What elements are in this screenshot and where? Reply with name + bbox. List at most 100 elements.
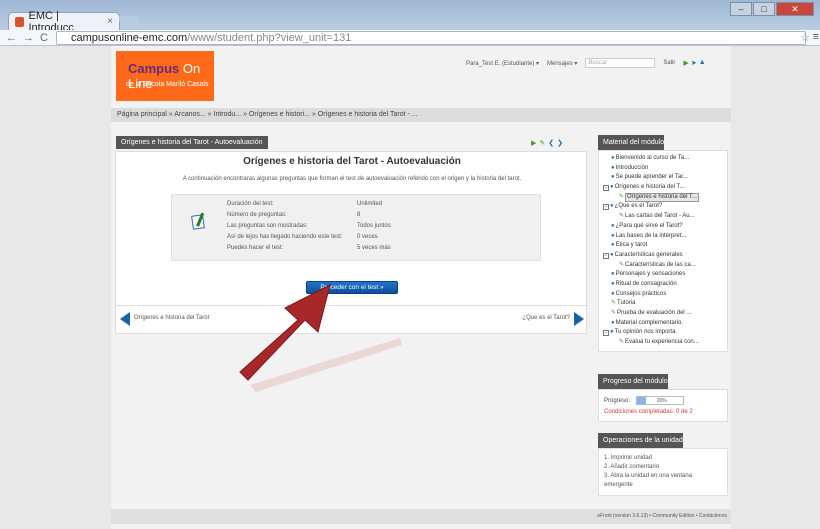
browser-chrome: EMC | Introducc × – □ ✕ ← → C campusonli… bbox=[0, 0, 820, 46]
tree-item[interactable]: ● Ritual de consagración bbox=[603, 280, 725, 290]
tree-item[interactable]: − ● ¿Que es el Tarot? bbox=[603, 202, 725, 212]
test-info-box: Duración del test: Unlimited Número de p… bbox=[171, 194, 541, 261]
test-title: Orígenes e historia del Tarot - Autoeval… bbox=[243, 156, 461, 167]
tree-item[interactable]: ● Bienvenido al curso de Ta... bbox=[603, 154, 725, 164]
back-icon[interactable]: ← bbox=[6, 32, 17, 44]
forward-nav-icon[interactable]: ➤ bbox=[691, 59, 697, 67]
tree-item-label: Ritual de consagración bbox=[615, 280, 677, 287]
tree-item-label: Características de las ca... bbox=[625, 261, 696, 268]
tree-item[interactable]: ✎ Prueba de evaluación del ... bbox=[603, 309, 725, 319]
tree-item[interactable]: − ● Características generales bbox=[603, 251, 725, 261]
site-logo[interactable]: Campus On Line de la Escola Mariló Casal… bbox=[116, 51, 214, 101]
tab-close-icon[interactable]: × bbox=[107, 16, 113, 27]
ops-title: Operaciones de la unidad bbox=[598, 433, 683, 448]
logout-link[interactable]: Salir bbox=[663, 60, 675, 66]
test-pen-icon: ✎ bbox=[611, 310, 617, 316]
tree-item[interactable]: ✎ Orígenes e historia del T... bbox=[603, 193, 725, 203]
next-arrow-icon[interactable] bbox=[574, 312, 584, 326]
tree-item-label: Las bases de la interpret... bbox=[615, 232, 687, 239]
test-pen-icon: ✎ bbox=[619, 193, 625, 200]
conditions-text: Condiciones completadas: 0 de 2 bbox=[604, 409, 693, 415]
panel-title: Orígenes e historia del Tarot - Autoeval… bbox=[116, 136, 268, 149]
prev-arrow-icon[interactable] bbox=[120, 312, 130, 326]
info-value: Unlimited bbox=[357, 201, 383, 207]
collapse-icon[interactable]: ▲ bbox=[699, 59, 706, 67]
browser-toolbar: ← → C campusonline-emc.com/www/student.p… bbox=[0, 30, 820, 46]
bookmark-star-icon[interactable]: ☆ bbox=[800, 31, 810, 44]
minimize-button[interactable]: – bbox=[730, 2, 752, 16]
tree-item[interactable]: − ● Tu opinión nos importa. bbox=[603, 328, 725, 338]
tree-item-label: Se puede aprender el Tar... bbox=[615, 174, 688, 181]
new-tab-button[interactable] bbox=[117, 16, 143, 28]
tree-item[interactable]: ● Introducción bbox=[603, 164, 725, 174]
breadcrumb[interactable]: Página principal » Arcanos... » Introdu.… bbox=[111, 108, 731, 122]
info-label: Así de lejos has llegado haciendo este t… bbox=[227, 234, 343, 240]
tree-item[interactable]: ● ¿Para qué sirve el Tarot? bbox=[603, 222, 725, 232]
messages-menu[interactable]: Mensajes ▾ bbox=[547, 60, 577, 67]
unit-bullet-icon: ● bbox=[611, 174, 615, 181]
prev-unit-icon[interactable]: ❮ bbox=[548, 139, 554, 147]
tree-item[interactable]: ✎ Las cartas del Tarot - Au... bbox=[603, 212, 725, 222]
tree-item[interactable]: ● Ética y tarot bbox=[603, 241, 725, 251]
tree-item[interactable]: ✎ Tutoria bbox=[603, 299, 725, 309]
reload-icon[interactable]: C bbox=[40, 32, 48, 44]
ops-item-comment[interactable]: 2. Añadir comentario bbox=[604, 463, 722, 472]
progress-label: Progreso: bbox=[604, 398, 631, 405]
search-input[interactable]: Buscar bbox=[585, 58, 656, 68]
tree-item-label: Bienvenido al curso de Ta... bbox=[615, 155, 690, 161]
close-window-button[interactable]: ✕ bbox=[776, 2, 814, 16]
unit-nav: Orígenes e historia del Tarot ¿Que es el… bbox=[116, 305, 588, 326]
info-value: 5 veces más bbox=[357, 245, 391, 251]
ops-item-print[interactable]: 1. Imprimir unidad bbox=[604, 454, 722, 463]
home-icon[interactable]: ▶ bbox=[683, 59, 688, 67]
forward-icon[interactable]: → bbox=[23, 32, 34, 44]
tree-list: ● Bienvenido al curso de Ta... ● Introducci… bbox=[599, 151, 727, 351]
tree-item[interactable]: ● Consejos prácticos bbox=[603, 290, 725, 300]
browser-tab[interactable]: EMC | Introducc × bbox=[8, 10, 120, 34]
info-value: Todos juntos bbox=[357, 223, 391, 229]
user-bar: Para_Test E. (Estudiante) ▾ Mensajes ▾ B… bbox=[466, 58, 706, 68]
user-menu[interactable]: Para_Test E. (Estudiante) ▾ bbox=[466, 60, 539, 67]
tree-item[interactable]: − ● Orígenes e historia del T... bbox=[603, 183, 725, 193]
page: Campus On Line de la Escola Mariló Casal… bbox=[0, 46, 820, 529]
progress-title: Progreso del módulo bbox=[598, 374, 668, 389]
browser-menu-icon[interactable]: ≡ bbox=[813, 31, 819, 43]
url-path: /www/student.php?view_unit=131 bbox=[187, 32, 352, 44]
test-panel: Orígenes e historia del Tarot - Autoeval… bbox=[115, 151, 588, 334]
tree-item-label: Prueba de evaluación del ... bbox=[617, 310, 692, 316]
unit-bullet-icon: ● bbox=[611, 222, 615, 229]
tree-item-label: Tutoria bbox=[617, 300, 636, 307]
info-value: 8 bbox=[357, 212, 361, 218]
tree-item[interactable]: ● Las bases de la interpret... bbox=[603, 232, 725, 242]
logo-word-campus: Campus bbox=[128, 61, 180, 76]
unit-bullet-icon: ● bbox=[611, 164, 615, 171]
window-controls: – □ ✕ bbox=[730, 2, 814, 16]
print-icon[interactable]: ▶ bbox=[531, 139, 536, 147]
prev-unit-link[interactable]: Orígenes e historia del Tarot bbox=[134, 315, 209, 321]
next-unit-icon[interactable]: ❯ bbox=[557, 139, 563, 147]
next-unit-link[interactable]: ¿Que es el Tarot? bbox=[522, 315, 570, 321]
comment-icon[interactable]: ✎ bbox=[539, 139, 545, 147]
tree-item-label: Las cartas del Tarot - Au... bbox=[625, 213, 695, 220]
tree-item[interactable]: ● Se puede aprender el Tar... bbox=[603, 173, 725, 183]
tree-item[interactable]: ✎ Características de las ca... bbox=[603, 261, 725, 271]
unit-bullet-icon: ● bbox=[611, 271, 615, 278]
tree-item[interactable]: ● Personajes y sensaciones bbox=[603, 270, 725, 280]
tree-item[interactable]: ✎ Evalua tu experiencia con... bbox=[603, 338, 725, 348]
info-label: Las preguntas son mostradas: bbox=[227, 223, 308, 229]
address-bar[interactable]: campusonline-emc.com/www/student.php?vie… bbox=[56, 31, 806, 45]
test-pen-icon: ✎ bbox=[611, 300, 617, 307]
ops-item-popup[interactable]: 3. Abra la unidad en una ventana emergen… bbox=[604, 472, 722, 490]
unit-bullet-icon: ● bbox=[611, 319, 615, 326]
tree-item-label: Ética y tarot bbox=[615, 242, 648, 249]
panel-icons: ▶ ✎ ❮ ❯ bbox=[531, 139, 563, 147]
tree-item[interactable]: ● Material complementario. bbox=[603, 319, 725, 329]
unit-bullet-icon: ● bbox=[610, 329, 614, 336]
unit-bullet-icon: ● bbox=[611, 232, 615, 239]
footer: eFront (version 3.6.13) • Community Edit… bbox=[111, 509, 731, 524]
material-title: Material del módulo bbox=[598, 135, 665, 150]
proceed-test-button[interactable]: Proceder con el test » bbox=[306, 281, 398, 294]
maximize-button[interactable]: □ bbox=[753, 2, 775, 16]
ops-list: 1. Imprimir unidad 2. Añadir comentario … bbox=[598, 448, 728, 496]
unit-bullet-icon: ● bbox=[611, 280, 615, 287]
